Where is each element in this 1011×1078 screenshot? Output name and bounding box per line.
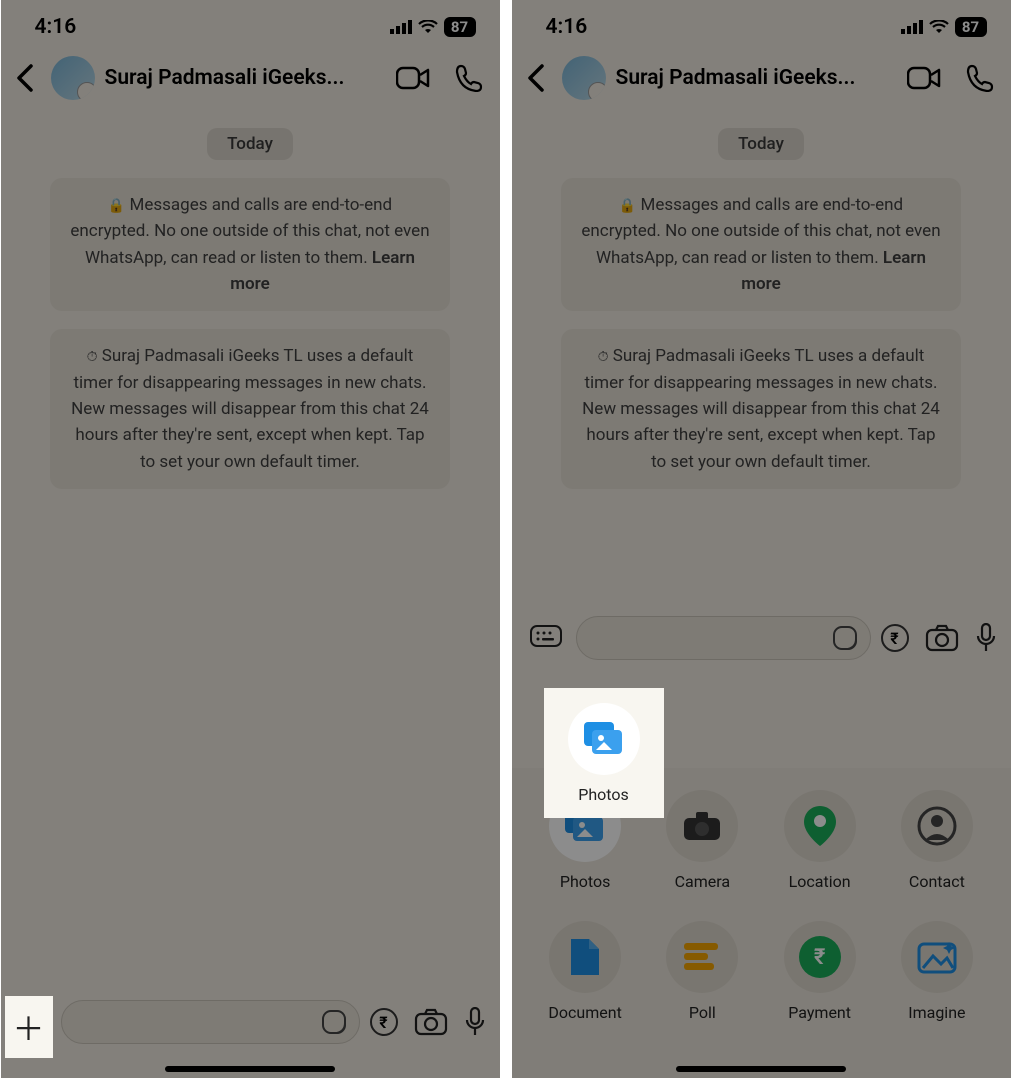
timer-icon: ⏱ bbox=[598, 349, 609, 365]
location-icon bbox=[784, 790, 856, 862]
camera-button[interactable] bbox=[414, 1008, 448, 1036]
contact-icon bbox=[901, 790, 973, 862]
battery-level: 87 bbox=[444, 17, 476, 37]
disappearing-notice[interactable]: ⏱ Suraj Padmasali iGeeks TL uses a defau… bbox=[50, 329, 450, 489]
chat-body: Today 🔒 Messages and calls are end-to-en… bbox=[1, 110, 500, 507]
wifi-icon bbox=[418, 20, 438, 34]
imagine-icon bbox=[901, 921, 973, 993]
contact-avatar[interactable] bbox=[562, 56, 606, 100]
encryption-notice[interactable]: 🔒 Messages and calls are end-to-end encr… bbox=[561, 178, 961, 311]
encryption-notice[interactable]: 🔒 Messages and calls are end-to-end encr… bbox=[50, 178, 450, 311]
poll-icon bbox=[666, 921, 738, 993]
payment-button[interactable]: ₹ bbox=[370, 1008, 398, 1036]
attach-payment[interactable]: ₹ Payment bbox=[766, 921, 873, 1038]
photos-icon bbox=[568, 703, 640, 775]
status-indicators: 87 bbox=[901, 17, 987, 37]
disappearing-notice[interactable]: ⏱ Suraj Padmasali iGeeks TL uses a defau… bbox=[561, 329, 961, 489]
home-indicator[interactable] bbox=[676, 1066, 846, 1072]
attach-location[interactable]: Location bbox=[766, 790, 873, 907]
status-bar: 4:16 87 bbox=[1, 0, 500, 48]
attach-label: Poll bbox=[689, 1003, 716, 1022]
payment-icon: ₹ bbox=[784, 921, 856, 993]
mic-button[interactable] bbox=[975, 623, 997, 653]
date-separator: Today bbox=[718, 128, 804, 160]
sticker-icon[interactable] bbox=[832, 625, 858, 651]
lock-icon: 🔒 bbox=[108, 198, 125, 214]
status-time: 4:16 bbox=[546, 15, 588, 39]
photos-label: Photos bbox=[578, 785, 629, 804]
timer-icon: ⏱ bbox=[87, 349, 98, 365]
screenshot-left: 4:16 87 Suraj Padmasali iGeeks... Today … bbox=[1, 0, 500, 1078]
attach-label: Camera bbox=[675, 872, 730, 891]
attach-label: Imagine bbox=[908, 1003, 965, 1022]
video-call-button[interactable] bbox=[396, 61, 430, 95]
cellular-icon bbox=[901, 20, 923, 34]
attach-poll[interactable]: Poll bbox=[649, 921, 756, 1038]
mic-button[interactable] bbox=[464, 1007, 486, 1037]
attach-label: Payment bbox=[788, 1003, 851, 1022]
attach-imagine[interactable]: Imagine bbox=[883, 921, 990, 1038]
keyboard-button[interactable] bbox=[526, 618, 566, 658]
camera-icon bbox=[666, 790, 738, 862]
battery-level: 87 bbox=[955, 17, 987, 37]
chat-header: Suraj Padmasali iGeeks... bbox=[1, 48, 500, 110]
sticker-icon[interactable] bbox=[321, 1009, 347, 1035]
camera-button[interactable] bbox=[925, 624, 959, 652]
message-input[interactable] bbox=[61, 1000, 360, 1044]
cellular-icon bbox=[390, 20, 412, 34]
attach-label: Contact bbox=[909, 872, 965, 891]
highlight-attach-button[interactable]: ＋ bbox=[5, 996, 53, 1058]
highlight-photos[interactable]: Photos bbox=[544, 688, 664, 818]
back-button[interactable] bbox=[520, 62, 552, 94]
attach-document[interactable]: Document bbox=[532, 921, 639, 1038]
message-input[interactable] bbox=[576, 616, 871, 660]
video-icon bbox=[396, 66, 430, 90]
contact-name[interactable]: Suraj Padmasali iGeeks... bbox=[616, 66, 897, 90]
attach-label: Photos bbox=[560, 872, 611, 891]
document-icon bbox=[549, 921, 621, 993]
phone-icon bbox=[455, 64, 483, 92]
home-indicator[interactable] bbox=[165, 1066, 335, 1072]
message-input-bar: ＋ ₹ bbox=[1, 994, 500, 1050]
video-call-button[interactable] bbox=[907, 61, 941, 95]
attach-label: Location bbox=[789, 872, 851, 891]
back-button[interactable] bbox=[9, 62, 41, 94]
keyboard-icon bbox=[530, 625, 562, 651]
attach-label: Document bbox=[548, 1003, 621, 1022]
message-input-bar: ₹ bbox=[512, 610, 1011, 666]
status-bar: 4:16 87 bbox=[512, 0, 1011, 48]
wifi-icon bbox=[929, 20, 949, 34]
voice-call-button[interactable] bbox=[452, 61, 486, 95]
timer-text: Suraj Padmasali iGeeks TL uses a default… bbox=[582, 346, 940, 471]
lock-icon: 🔒 bbox=[619, 198, 636, 214]
video-icon bbox=[907, 66, 941, 90]
status-indicators: 87 bbox=[390, 17, 476, 37]
contact-avatar[interactable] bbox=[51, 56, 95, 100]
date-separator: Today bbox=[207, 128, 293, 160]
attach-camera[interactable]: Camera bbox=[649, 790, 756, 907]
payment-button[interactable]: ₹ bbox=[881, 624, 909, 652]
screenshot-right: 4:16 87 Suraj Padmasali iGeeks... Today … bbox=[512, 0, 1011, 1078]
chat-body: Today 🔒 Messages and calls are end-to-en… bbox=[512, 110, 1011, 507]
voice-call-button[interactable] bbox=[963, 61, 997, 95]
contact-name[interactable]: Suraj Padmasali iGeeks... bbox=[105, 66, 386, 90]
timer-text: Suraj Padmasali iGeeks TL uses a default… bbox=[71, 346, 429, 471]
status-time: 4:16 bbox=[35, 15, 77, 39]
attach-contact[interactable]: Contact bbox=[883, 790, 990, 907]
phone-icon bbox=[966, 64, 994, 92]
chat-header: Suraj Padmasali iGeeks... bbox=[512, 48, 1011, 110]
